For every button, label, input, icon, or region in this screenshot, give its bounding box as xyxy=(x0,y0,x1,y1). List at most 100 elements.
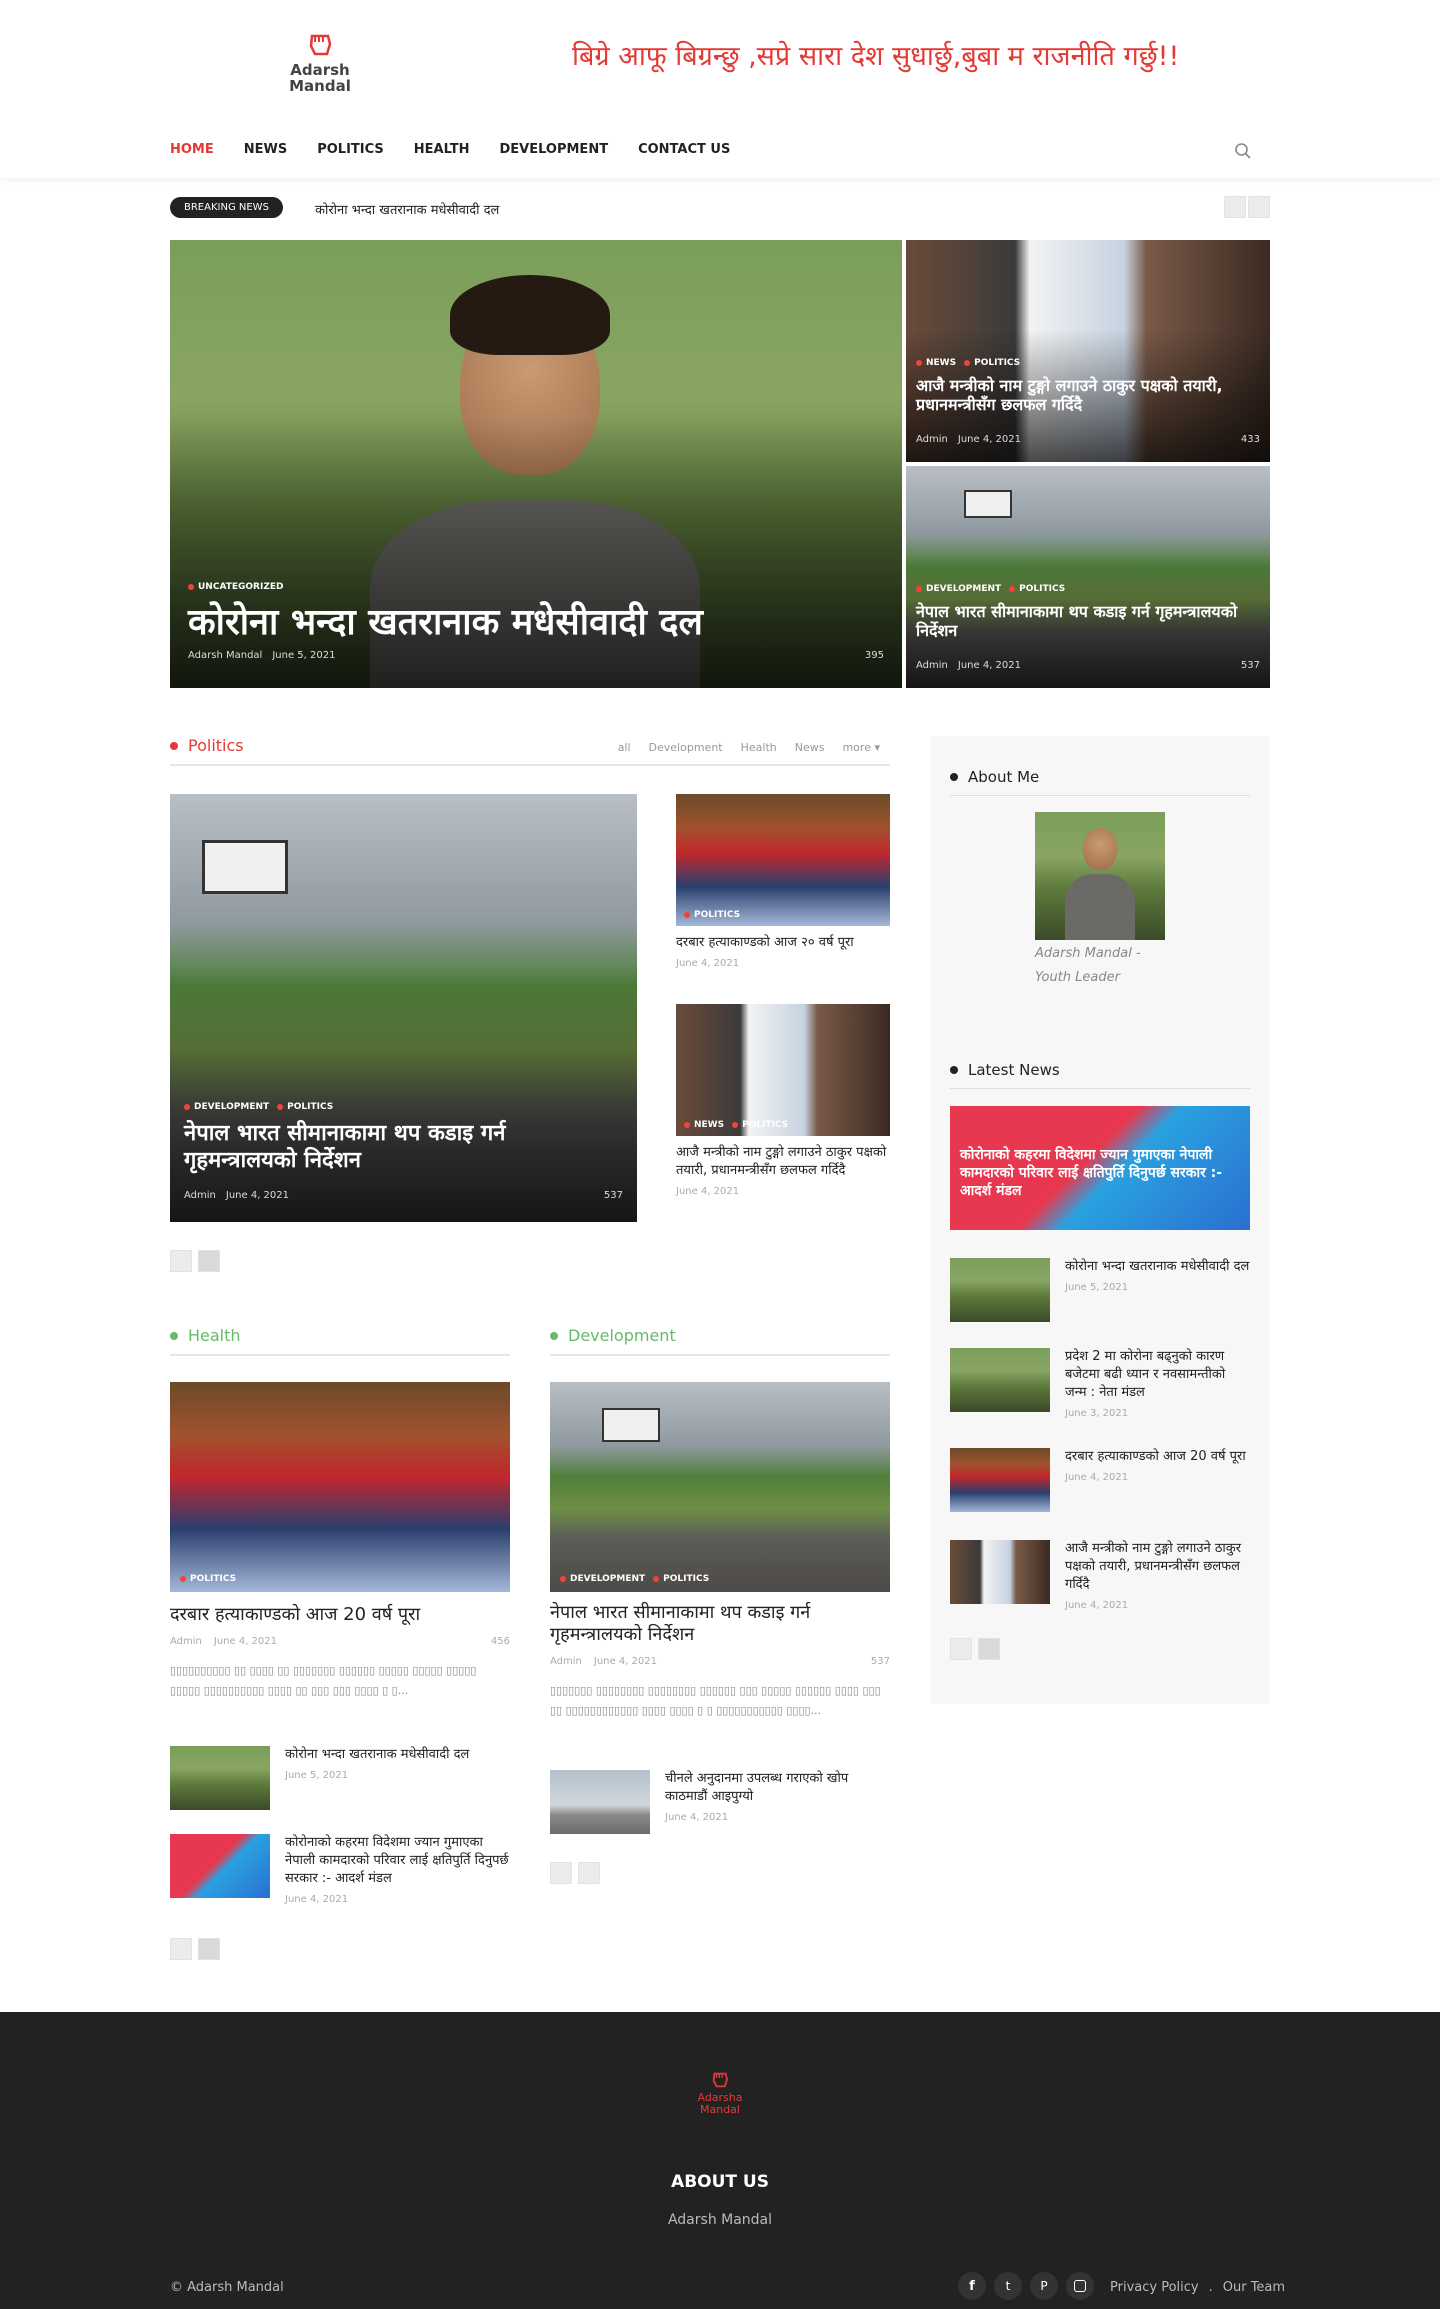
development-section-header: Development xyxy=(550,1326,890,1356)
post-thumbnail[interactable] xyxy=(170,1746,270,1810)
author[interactable]: Admin xyxy=(916,434,948,445)
category-tag[interactable]: NEWS xyxy=(916,358,956,368)
post-title[interactable]: कोरोना भन्दा खतरानाक मधेसीवादी दल xyxy=(285,1746,469,1764)
post-title[interactable]: चीनले अनुदानमा उपलब्ध गराएको खोप काठमाडौ… xyxy=(665,1770,890,1806)
footer-logo[interactable]: Adarsha Mandal xyxy=(690,2068,750,2116)
politics-main-title[interactable]: नेपाल भारत सीमानाकामा थप कडाइ गर्न गृहमन… xyxy=(184,1120,624,1174)
category-tag[interactable]: UNCATEGORIZED xyxy=(188,582,283,592)
latest-item[interactable]: कोरोना भन्दा खतरानाक मधेसीवादी दल June 5,… xyxy=(950,1258,1250,1322)
author[interactable]: Admin xyxy=(916,660,948,671)
photo-hair xyxy=(450,275,610,355)
breaking-next-button[interactable] xyxy=(1248,196,1270,218)
category-tag[interactable]: POLITICS xyxy=(653,1574,709,1584)
development-main-card[interactable]: DEVELOPMENT POLITICS नेपाल भारत सीमानाकाम… xyxy=(550,1382,890,1721)
latest-next-button[interactable] xyxy=(978,1638,1000,1660)
latest-prev-button[interactable] xyxy=(950,1638,972,1660)
our-team-link[interactable]: Our Team xyxy=(1223,2280,1285,2295)
featured-side-title[interactable]: आजै मन्त्रीको नाम टुङ्गो लगाउने ठाकुर पक… xyxy=(916,376,1260,414)
category-tag[interactable]: POLITICS xyxy=(277,1102,333,1112)
category-tag[interactable]: POLITICS xyxy=(180,1574,236,1584)
breaking-news-headline[interactable]: कोरोना भन्दा खतरानाक मधेसीवादी दल xyxy=(315,200,499,218)
category-tag[interactable]: DEVELOPMENT xyxy=(916,584,1001,594)
post-title[interactable]: कोरोना भन्दा खतरानाक मधेसीवादी दल xyxy=(1065,1258,1249,1276)
category-tag[interactable]: DEVELOPMENT xyxy=(560,1574,645,1584)
footer-links: Privacy Policy . Our Team xyxy=(1110,2280,1285,2295)
post-thumbnail[interactable]: POLITICS xyxy=(676,794,890,926)
post-thumbnail[interactable] xyxy=(550,1770,650,1834)
health-list-item[interactable]: कोरोनाको कहरमा विदेशमा ज्यान गुमाएका नेप… xyxy=(170,1834,510,1905)
chevron-down-icon: ▾ xyxy=(874,741,880,754)
overlay-shade xyxy=(170,965,637,1222)
post-title[interactable]: दरबार हत्याकाण्डको आज 20 वर्ष पूरा xyxy=(1065,1448,1246,1466)
post-thumbnail[interactable] xyxy=(950,1540,1050,1604)
nav-health[interactable]: HEALTH xyxy=(414,142,470,157)
post-title[interactable]: दरबार हत्याकाण्डको आज 20 वर्ष पूरा xyxy=(170,1602,510,1626)
nav-news[interactable]: NEWS xyxy=(244,142,287,157)
nav-politics[interactable]: POLITICS xyxy=(317,142,384,157)
latest-banner[interactable]: कोरोनाको कहरमा विदेशमा ज्यान गुमाएका नेप… xyxy=(950,1106,1250,1230)
facebook-icon[interactable]: f xyxy=(958,2272,986,2300)
instagram-icon[interactable] xyxy=(1066,2272,1094,2300)
post-thumbnail[interactable] xyxy=(950,1348,1050,1412)
post-thumbnail[interactable]: POLITICS xyxy=(170,1382,510,1592)
nav-development[interactable]: DEVELOPMENT xyxy=(499,142,608,157)
post-title[interactable]: आजै मन्त्रीको नाम टुङ्गो लगाउने ठाकुर पक… xyxy=(676,1144,890,1180)
author[interactable]: Adarsh Mandal xyxy=(188,650,262,661)
category-tag[interactable]: POLITICS xyxy=(964,358,1020,368)
post-title[interactable]: नेपाल भारत सीमानाकामा थप कडाइ गर्न गृहमन… xyxy=(550,1602,890,1646)
politics-side-card-1[interactable]: POLITICS दरबार हत्याकाण्डको आज २० वर्ष प… xyxy=(676,794,890,969)
health-next-button[interactable] xyxy=(198,1938,220,1960)
privacy-policy-link[interactable]: Privacy Policy xyxy=(1110,2280,1199,2295)
post-thumbnail[interactable] xyxy=(950,1448,1050,1512)
author[interactable]: Admin xyxy=(550,1656,582,1667)
health-list-item[interactable]: कोरोना भन्दा खतरानाक मधेसीवादी दल June 5,… xyxy=(170,1746,510,1810)
politics-next-button[interactable] xyxy=(198,1250,220,1272)
post-thumbnail[interactable]: NEWS POLITICS xyxy=(676,1004,890,1136)
featured-main-title[interactable]: कोरोना भन्दा खतरानाक मधेसीवादी दल xyxy=(188,596,888,645)
post-title[interactable]: प्रदेश 2 मा कोरोना बढ्नुको कारण बजेटमा ब… xyxy=(1065,1348,1250,1402)
development-next-button[interactable] xyxy=(578,1862,600,1884)
category-tag[interactable]: POLITICS xyxy=(1009,584,1065,594)
latest-item[interactable]: आजै मन्त्रीको नाम टुङ्गो लगाउने ठाकुर पक… xyxy=(950,1540,1250,1611)
post-meta: Admin June 4, 2021 456 xyxy=(170,1636,510,1647)
post-title[interactable]: आजै मन्त्रीको नाम टुङ्गो लगाउने ठाकुर पक… xyxy=(1065,1540,1250,1594)
view-count: 395 xyxy=(864,650,884,661)
latest-item[interactable]: प्रदेश 2 मा कोरोना बढ्नुको कारण बजेटमा ब… xyxy=(950,1348,1250,1419)
featured-side-card-2[interactable]: DEVELOPMENT POLITICS नेपाल भारत सीमानाकाम… xyxy=(906,466,1270,688)
politics-side-card-2[interactable]: NEWS POLITICS आजै मन्त्रीको नाम टुङ्गो लग… xyxy=(676,1004,890,1197)
tab-news[interactable]: News xyxy=(795,741,825,754)
category-tag[interactable]: POLITICS xyxy=(684,910,740,920)
photo-face xyxy=(1083,828,1117,870)
post-title[interactable]: दरबार हत्याकाण्डको आज २० वर्ष पूरा xyxy=(676,934,890,952)
health-main-card[interactable]: POLITICS दरबार हत्याकाण्डको आज 20 वर्ष प… xyxy=(170,1382,510,1701)
tab-more[interactable]: more ▾ xyxy=(842,741,880,754)
politics-prev-button[interactable] xyxy=(170,1250,192,1272)
tab-all[interactable]: all xyxy=(618,741,631,754)
featured-main-card[interactable]: UNCATEGORIZED कोरोना भन्दा खतरानाक मधेसी… xyxy=(170,240,902,688)
author[interactable]: Admin xyxy=(184,1190,216,1201)
category-tag[interactable]: POLITICS xyxy=(732,1120,788,1130)
featured-side-title[interactable]: नेपाल भारत सीमानाकामा थप कडाइ गर्न गृहमन… xyxy=(916,602,1260,640)
featured-side-card-1[interactable]: NEWS POLITICS आजै मन्त्रीको नाम टुङ्गो लग… xyxy=(906,240,1270,462)
breaking-prev-button[interactable] xyxy=(1224,196,1246,218)
politics-main-card[interactable]: DEVELOPMENT POLITICS नेपाल भारत सीमानाकाम… xyxy=(170,794,637,1222)
pinterest-icon[interactable]: P xyxy=(1030,2272,1058,2300)
category-tag[interactable]: DEVELOPMENT xyxy=(184,1102,269,1112)
development-prev-button[interactable] xyxy=(550,1862,572,1884)
latest-item[interactable]: दरबार हत्याकाण्डको आज 20 वर्ष पूरा June 4… xyxy=(950,1448,1250,1512)
post-thumbnail[interactable] xyxy=(170,1834,270,1898)
twitter-icon[interactable]: t xyxy=(994,2272,1022,2300)
search-icon[interactable] xyxy=(1234,142,1252,160)
health-prev-button[interactable] xyxy=(170,1938,192,1960)
post-thumbnail[interactable] xyxy=(950,1258,1050,1322)
post-title[interactable]: कोरोनाको कहरमा विदेशमा ज्यान गुमाएका नेप… xyxy=(285,1834,510,1888)
nav-contact-us[interactable]: CONTACT US xyxy=(638,142,730,157)
category-tag[interactable]: NEWS xyxy=(684,1120,724,1130)
tab-health[interactable]: Health xyxy=(741,741,777,754)
post-thumbnail[interactable]: DEVELOPMENT POLITICS xyxy=(550,1382,890,1592)
development-list-item[interactable]: चीनले अनुदानमा उपलब्ध गराएको खोप काठमाडौ… xyxy=(550,1770,890,1834)
site-logo[interactable]: Adarsh Mandal xyxy=(282,28,358,102)
author[interactable]: Admin xyxy=(170,1636,202,1647)
tab-development[interactable]: Development xyxy=(649,741,723,754)
nav-home[interactable]: HOME xyxy=(170,142,214,157)
